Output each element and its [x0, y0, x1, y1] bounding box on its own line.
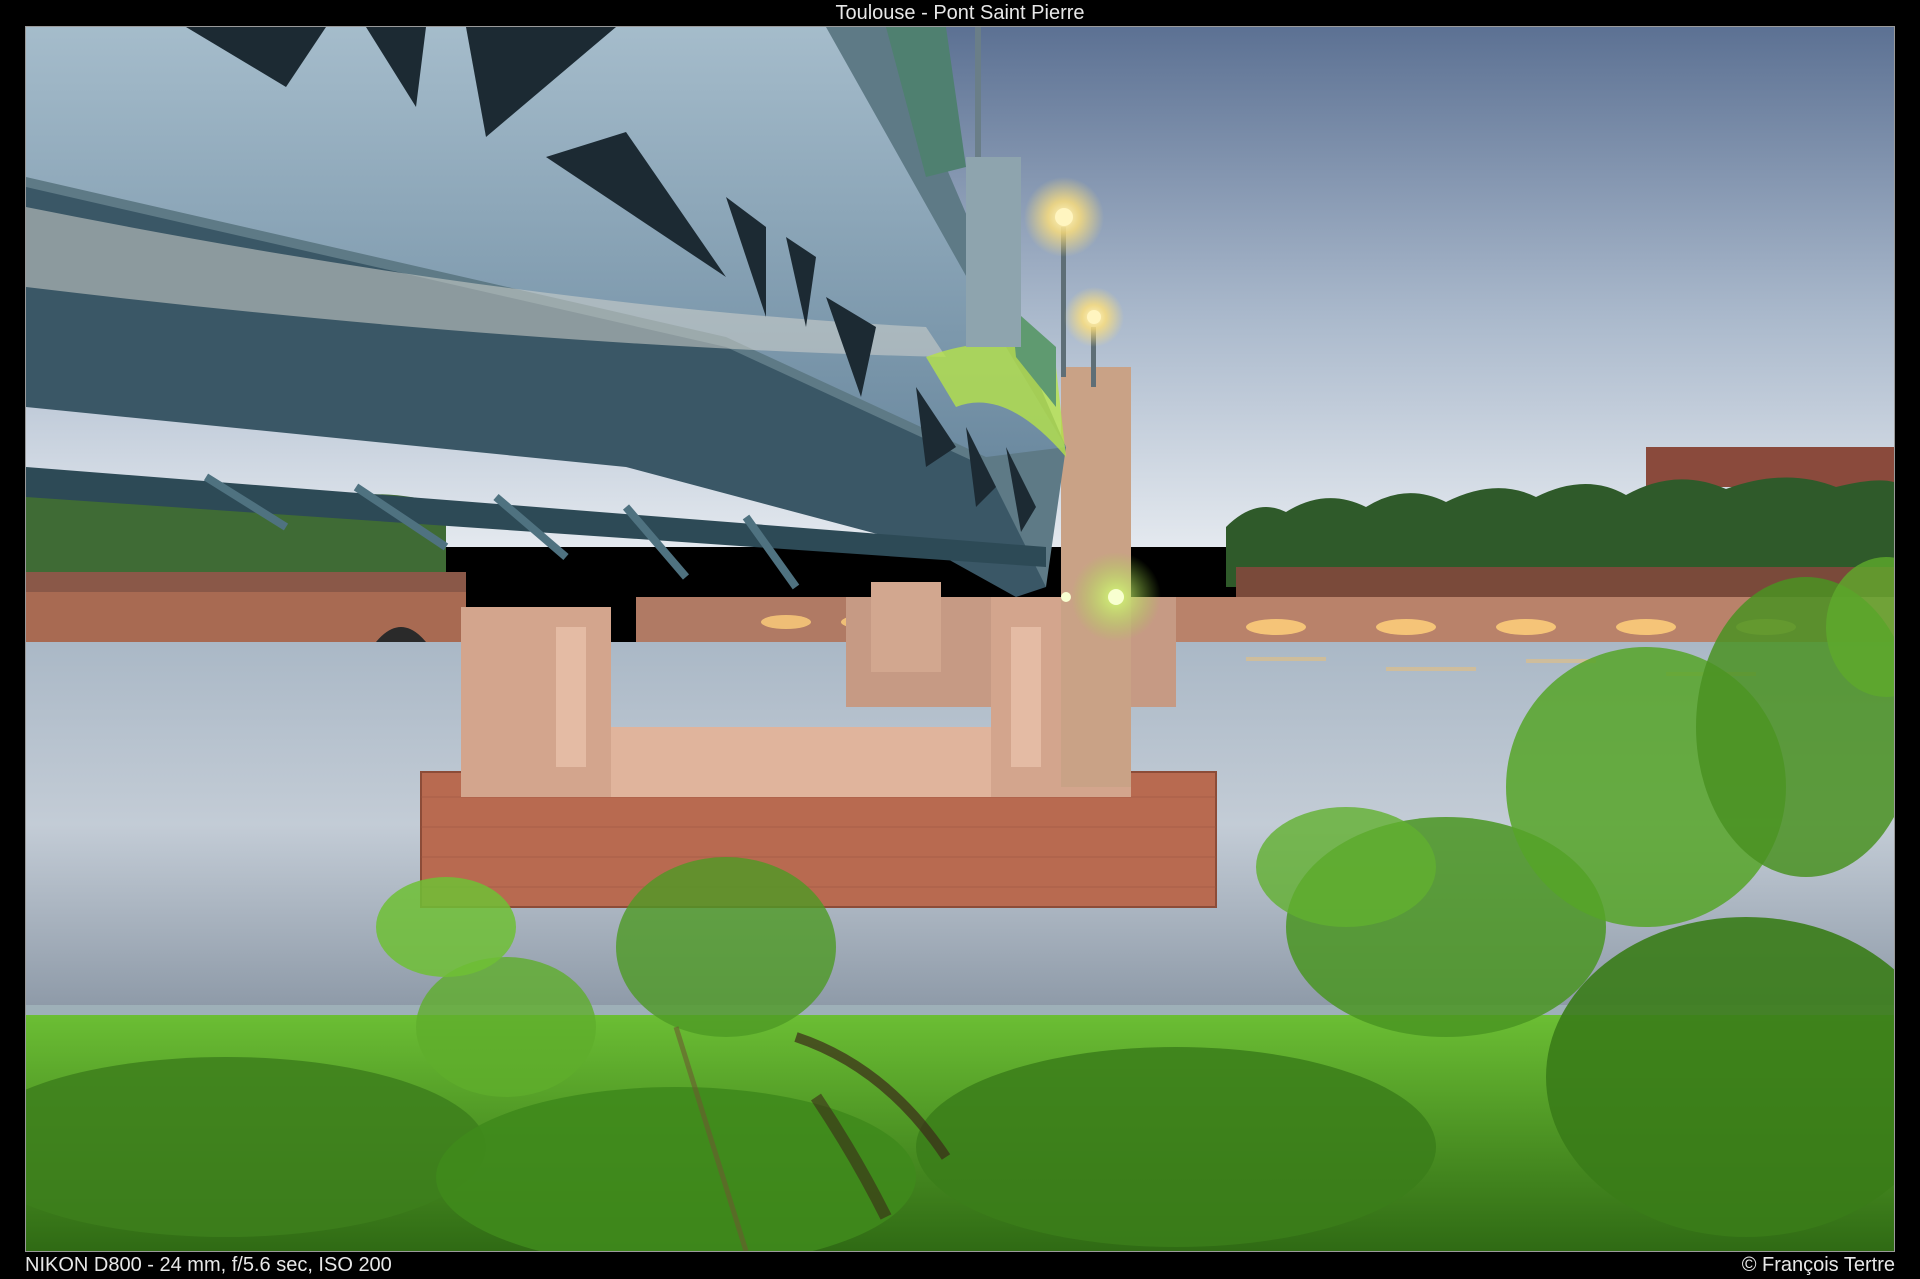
photo-title: Toulouse - Pont Saint Pierre — [835, 2, 1085, 24]
photo-scene — [26, 27, 1894, 1251]
photo-copyright: © François Tertre — [1741, 1254, 1895, 1276]
photo-exif: NIKON D800 - 24 mm, f/5.6 sec, ISO 200 — [25, 1254, 392, 1276]
photo-frame — [25, 26, 1895, 1252]
